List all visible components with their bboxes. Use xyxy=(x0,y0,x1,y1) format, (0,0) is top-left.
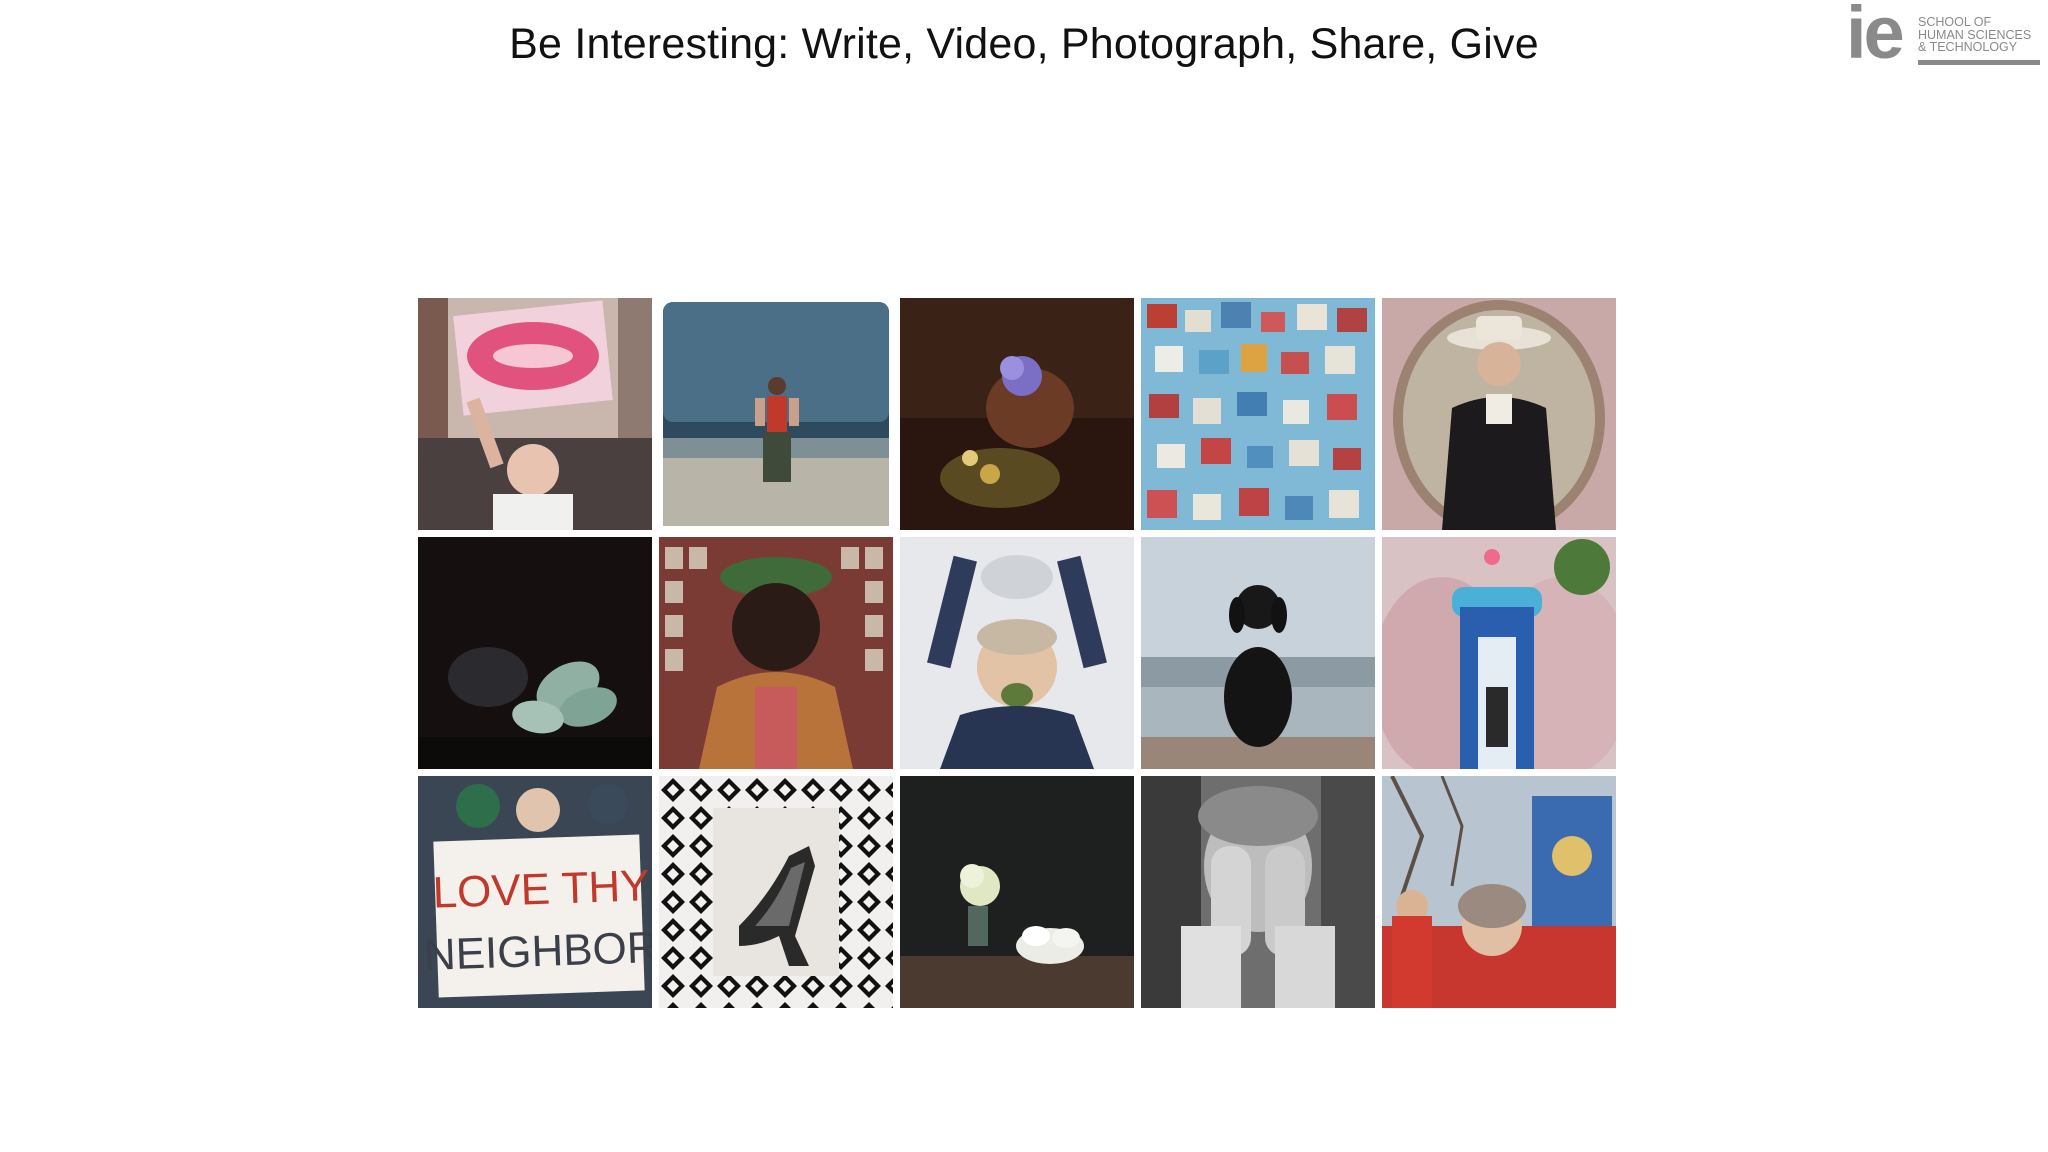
photo-face-covered-hands xyxy=(1141,776,1375,1008)
logo-line-3: & TECHNOLOGY xyxy=(1918,40,2018,54)
photo-collage: LOVE THY NEIGHBOR xyxy=(418,298,1618,1018)
photo-blue-arch-sculpture xyxy=(1382,537,1616,769)
photo-flowers-dark-still-life xyxy=(900,298,1134,530)
photo-white-flowers-still-life xyxy=(900,776,1134,1008)
photo-high-heel-shoe-pattern xyxy=(659,776,893,1008)
photo-love-thy-neighbor-sign: LOVE THY NEIGHBOR xyxy=(418,776,652,1008)
school-logo: ie SCHOOL OF HUMAN SCIENCES & TECHNOLOGY xyxy=(1846,0,2042,74)
photo-colorful-quilt xyxy=(1141,298,1375,530)
photo-protest-crowd-red xyxy=(1382,776,1616,1008)
photo-dog-at-lake xyxy=(1141,537,1375,769)
logo-text: SCHOOL OF HUMAN SCIENCES & TECHNOLOGY xyxy=(1918,16,2042,54)
slide-title: Be Interesting: Write, Video, Photograph… xyxy=(509,20,1539,68)
logo-bar xyxy=(1918,60,2040,65)
photo-cowboy-portrait xyxy=(1382,298,1616,530)
photo-protest-sign-lips xyxy=(418,298,652,530)
logo-mark: ie xyxy=(1846,0,1905,74)
photo-person-on-beach xyxy=(659,298,893,530)
photo-man-with-hat-portrait xyxy=(659,537,893,769)
photo-dark-hands-still-life xyxy=(418,537,652,769)
sign-line-love-thy: LOVE THY xyxy=(432,861,650,918)
logo-line-1: SCHOOL OF xyxy=(1918,15,1992,29)
sign-line-neighbor: NEIGHBOR xyxy=(423,923,652,980)
photo-woman-arms-raised xyxy=(900,537,1134,769)
